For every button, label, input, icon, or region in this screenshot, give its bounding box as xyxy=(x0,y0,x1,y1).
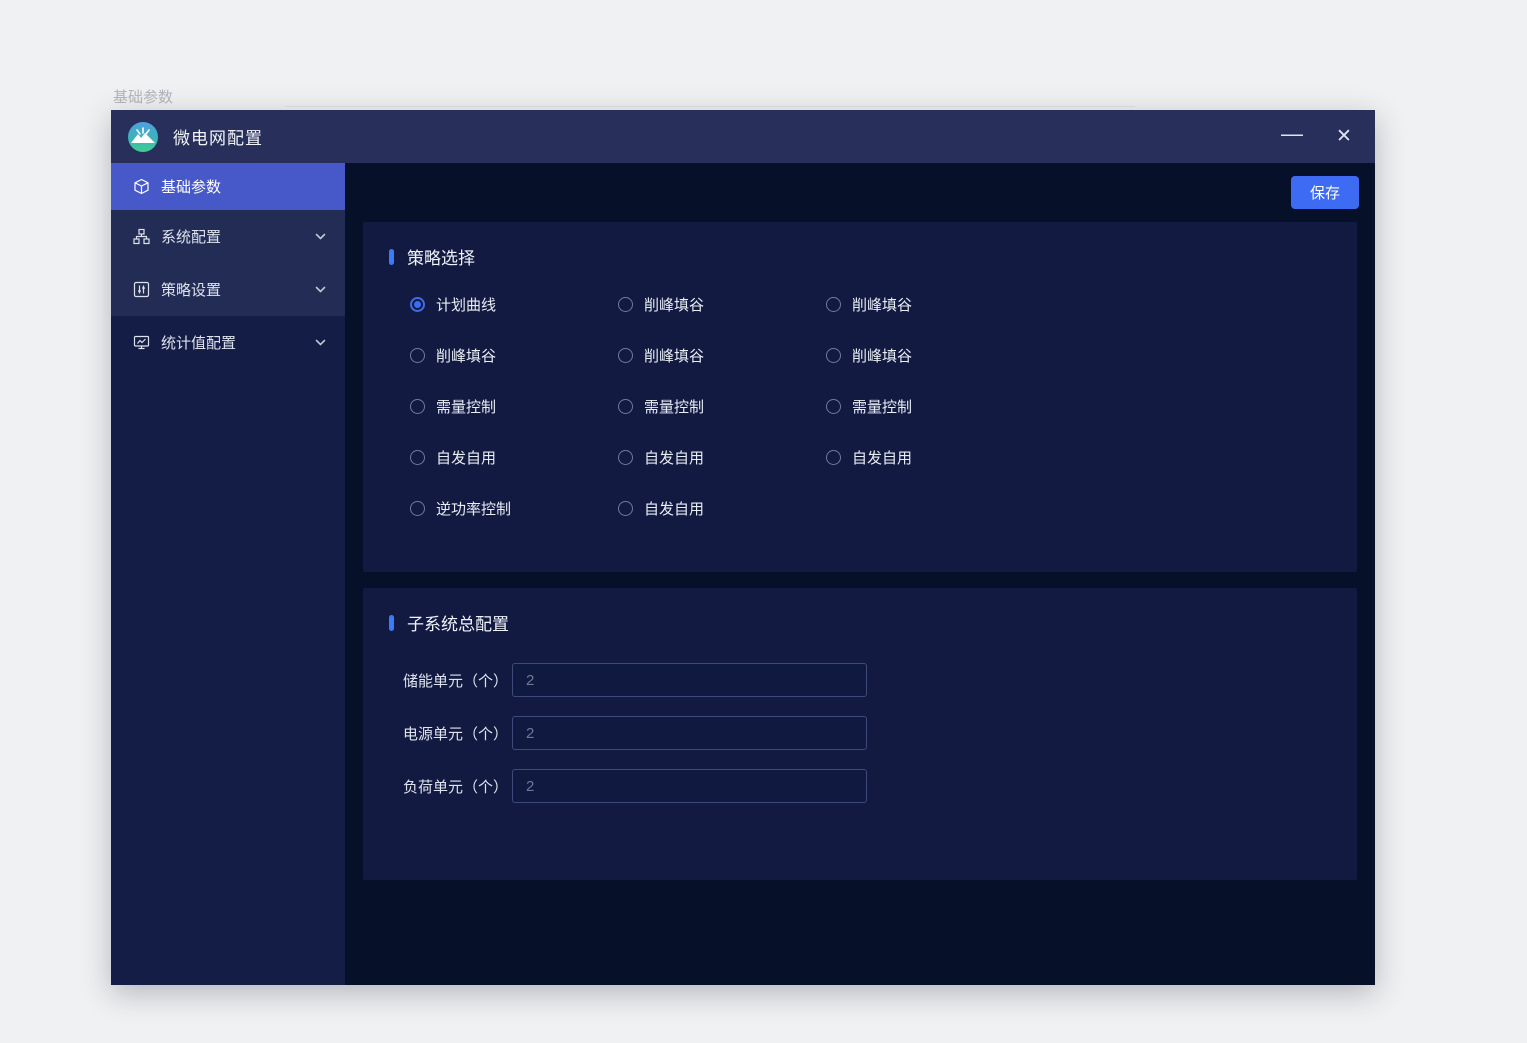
strategy-radio-option-11[interactable]: 自发自用 xyxy=(618,447,826,468)
microgrid-config-window: 微电网配置 — ✕ 基础参数系统配置策略设置统计值配置 保存 策略选择 计划曲线… xyxy=(111,110,1375,985)
chevron-down-icon[interactable] xyxy=(315,233,327,241)
strategy-radio-option-3[interactable]: 削峰填谷 xyxy=(826,294,1066,315)
radio-option-label: 自发自用 xyxy=(644,447,704,468)
radio-unselected-icon[interactable] xyxy=(618,501,633,516)
radio-unselected-icon[interactable] xyxy=(618,450,633,465)
background-divider xyxy=(285,106,1135,107)
strategy-radio-option-4[interactable]: 削峰填谷 xyxy=(410,345,618,366)
window-title: 微电网配置 xyxy=(173,124,263,149)
field-label: 负荷单元（个） xyxy=(403,776,503,797)
save-button[interactable]: 保存 xyxy=(1291,176,1359,209)
radio-unselected-icon[interactable] xyxy=(410,450,425,465)
radio-unselected-icon[interactable] xyxy=(826,348,841,363)
section-marker xyxy=(389,249,394,265)
sidebar-item-label: 统计值配置 xyxy=(161,332,315,353)
radio-unselected-icon[interactable] xyxy=(618,399,633,414)
close-button[interactable]: ✕ xyxy=(1329,122,1359,152)
strategy-radio-option-14[interactable]: 自发自用 xyxy=(618,498,826,519)
subsystem-panel-title: 子系统总配置 xyxy=(407,610,509,635)
radio-option-label: 自发自用 xyxy=(852,447,912,468)
field-label: 电源单元（个） xyxy=(403,723,503,744)
radio-option-label: 削峰填谷 xyxy=(644,294,704,315)
subsystem-config-panel: 子系统总配置 储能单元（个） 电源单元（个） 负荷单元（个） xyxy=(363,588,1357,880)
subsystem-panel-header: 子系统总配置 xyxy=(389,610,509,635)
radio-option-label: 需量控制 xyxy=(852,396,912,417)
field-label: 储能单元（个） xyxy=(403,670,503,691)
radio-unselected-icon[interactable] xyxy=(410,501,425,516)
chevron-down-icon[interactable] xyxy=(315,286,327,294)
radio-unselected-icon[interactable] xyxy=(410,399,425,414)
sidebar-item-4[interactable]: 统计值配置 xyxy=(111,316,345,369)
sidebar-item-label: 系统配置 xyxy=(161,226,315,247)
strategy-sliders-icon xyxy=(133,281,150,298)
unit-count-input-2[interactable] xyxy=(512,716,867,750)
strategy-radio-option-6[interactable]: 削峰填谷 xyxy=(826,345,1066,366)
strategy-selection-panel: 策略选择 计划曲线削峰填谷削峰填谷削峰填谷削峰填谷削峰填谷需量控制需量控制需量控… xyxy=(363,222,1357,572)
background-page-label: 基础参数 xyxy=(113,86,173,107)
subsystem-field-row-1: 储能单元（个） xyxy=(403,663,867,697)
radio-option-label: 需量控制 xyxy=(436,396,496,417)
radio-option-label: 自发自用 xyxy=(436,447,496,468)
strategy-radio-option-1[interactable]: 计划曲线 xyxy=(410,294,618,315)
monitor-stats-icon xyxy=(133,334,150,351)
radio-option-label: 需量控制 xyxy=(644,396,704,417)
sidebar-item-label: 策略设置 xyxy=(161,279,315,300)
strategy-radio-option-8[interactable]: 需量控制 xyxy=(618,396,826,417)
radio-unselected-icon[interactable] xyxy=(410,348,425,363)
unit-count-input-3[interactable] xyxy=(512,769,867,803)
radio-option-label: 削峰填谷 xyxy=(436,345,496,366)
minimize-button[interactable]: — xyxy=(1277,122,1307,152)
strategy-radio-option-9[interactable]: 需量控制 xyxy=(826,396,1066,417)
subsystem-field-row-3: 负荷单元（个） xyxy=(403,769,867,803)
sitemap-icon xyxy=(133,228,150,245)
subsystem-field-row-2: 电源单元（个） xyxy=(403,716,867,750)
sidebar-item-3[interactable]: 策略设置 xyxy=(111,263,345,316)
radio-option-label: 削峰填谷 xyxy=(852,294,912,315)
strategy-radio-option-5[interactable]: 削峰填谷 xyxy=(618,345,826,366)
window-controls: — ✕ xyxy=(1277,110,1359,163)
radio-unselected-icon[interactable] xyxy=(826,450,841,465)
strategy-radio-option-10[interactable]: 自发自用 xyxy=(410,447,618,468)
sidebar-item-label: 基础参数 xyxy=(161,176,327,197)
sidebar-item-2[interactable]: 系统配置 xyxy=(111,210,345,263)
radio-unselected-icon[interactable] xyxy=(826,297,841,312)
strategy-radio-option-2[interactable]: 削峰填谷 xyxy=(618,294,826,315)
app-logo-icon xyxy=(128,122,158,152)
radio-unselected-icon[interactable] xyxy=(826,399,841,414)
radio-option-label: 削峰填谷 xyxy=(644,345,704,366)
radio-unselected-icon[interactable] xyxy=(618,297,633,312)
strategy-panel-header: 策略选择 xyxy=(389,244,475,269)
subsystem-fields: 储能单元（个） 电源单元（个） 负荷单元（个） xyxy=(403,663,867,822)
strategy-radio-option-13[interactable]: 逆功率控制 xyxy=(410,498,618,519)
strategy-radio-option-7[interactable]: 需量控制 xyxy=(410,396,618,417)
strategy-panel-title: 策略选择 xyxy=(407,244,475,269)
sidebar-item-1[interactable]: 基础参数 xyxy=(111,163,345,210)
sidebar: 基础参数系统配置策略设置统计值配置 xyxy=(111,163,345,985)
cube-icon xyxy=(133,178,150,195)
titlebar: 微电网配置 — ✕ xyxy=(111,110,1375,163)
radio-option-label: 削峰填谷 xyxy=(852,345,912,366)
window-body: 基础参数系统配置策略设置统计值配置 保存 策略选择 计划曲线削峰填谷削峰填谷削峰… xyxy=(111,163,1375,985)
radio-selected-icon[interactable] xyxy=(410,297,425,312)
chevron-down-icon[interactable] xyxy=(315,339,327,347)
strategy-radio-grid: 计划曲线削峰填谷削峰填谷削峰填谷削峰填谷削峰填谷需量控制需量控制需量控制自发自用… xyxy=(410,279,1066,534)
radio-option-label: 自发自用 xyxy=(644,498,704,519)
radio-option-label: 逆功率控制 xyxy=(436,498,511,519)
unit-count-input-1[interactable] xyxy=(512,663,867,697)
radio-option-label: 计划曲线 xyxy=(436,294,496,315)
radio-unselected-icon[interactable] xyxy=(618,348,633,363)
section-marker xyxy=(389,615,394,631)
strategy-radio-option-12[interactable]: 自发自用 xyxy=(826,447,1066,468)
main-content: 保存 策略选择 计划曲线削峰填谷削峰填谷削峰填谷削峰填谷削峰填谷需量控制需量控制… xyxy=(345,163,1375,985)
